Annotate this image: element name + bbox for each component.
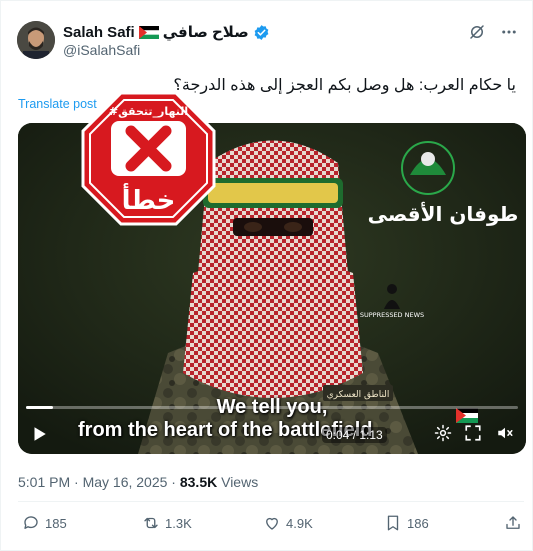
bookmark-icon: [387, 515, 399, 531]
post-timestamp[interactable]: 5:01 PM · May 16, 2025 ·: [18, 474, 176, 490]
like-count: 4.9K: [286, 515, 313, 531]
palestine-flag-icon: [138, 25, 159, 39]
watermark-text: SUPPRESSED NEWS: [360, 311, 424, 319]
play-icon[interactable]: [30, 425, 48, 443]
video-progress-fill: [26, 406, 54, 409]
post-text: يا حكام العرب: هل وصل بكم العجز إلى هذه …: [173, 77, 516, 94]
logo-text: طوفان الأقصى: [368, 201, 519, 226]
repost-count: 1.3K: [165, 515, 192, 531]
bookmark-count: 186: [407, 515, 429, 531]
views-label: Views: [221, 474, 259, 490]
stamp-hashtag: #النهار_تتحقق: [109, 105, 188, 118]
stamp-verdict: خطأ: [122, 183, 176, 216]
reply-icon: [24, 516, 38, 529]
tweet-card: Salah Safi صلاح صافي @iSalahSafi يا حكام…: [0, 0, 533, 551]
author-name-row[interactable]: Salah Safi صلاح صافي: [63, 23, 270, 41]
false-claim-stamp: #النهار_تتحقق خطأ: [81, 91, 216, 226]
avatar[interactable]: [17, 21, 55, 59]
post-top-controls: [468, 23, 518, 41]
reply-button[interactable]: 185: [22, 514, 67, 532]
post-meta: 5:01 PM · May 16, 2025 · 83.5K Views: [18, 474, 258, 490]
video-progress-bar[interactable]: [26, 406, 518, 409]
grok-icon[interactable]: [468, 23, 486, 41]
bookmark-button[interactable]: 186: [384, 514, 429, 532]
heart-icon: [266, 517, 278, 530]
share-icon: [506, 516, 520, 529]
repost-icon: [144, 517, 158, 529]
action-bar: 185 1.3K 4.9K 186: [1, 514, 533, 536]
views-count: 83.5K: [179, 474, 218, 490]
settings-icon[interactable]: [434, 424, 452, 442]
verified-badge-icon: [253, 24, 270, 41]
author-arabic-name[interactable]: صلاح صافي: [163, 23, 249, 41]
fullscreen-icon[interactable]: [464, 424, 482, 442]
share-button[interactable]: [504, 514, 522, 532]
repost-button[interactable]: 1.3K: [142, 514, 192, 532]
more-options-icon[interactable]: [500, 23, 518, 41]
video-time: 0:04 / 1:13: [322, 427, 387, 443]
author-handle[interactable]: @iSalahSafi: [63, 42, 140, 58]
mute-icon[interactable]: [496, 424, 514, 442]
reply-count: 185: [45, 515, 67, 531]
like-button[interactable]: 4.9K: [263, 514, 313, 532]
divider: [18, 501, 524, 502]
author-display-name[interactable]: Salah Safi: [63, 24, 135, 41]
